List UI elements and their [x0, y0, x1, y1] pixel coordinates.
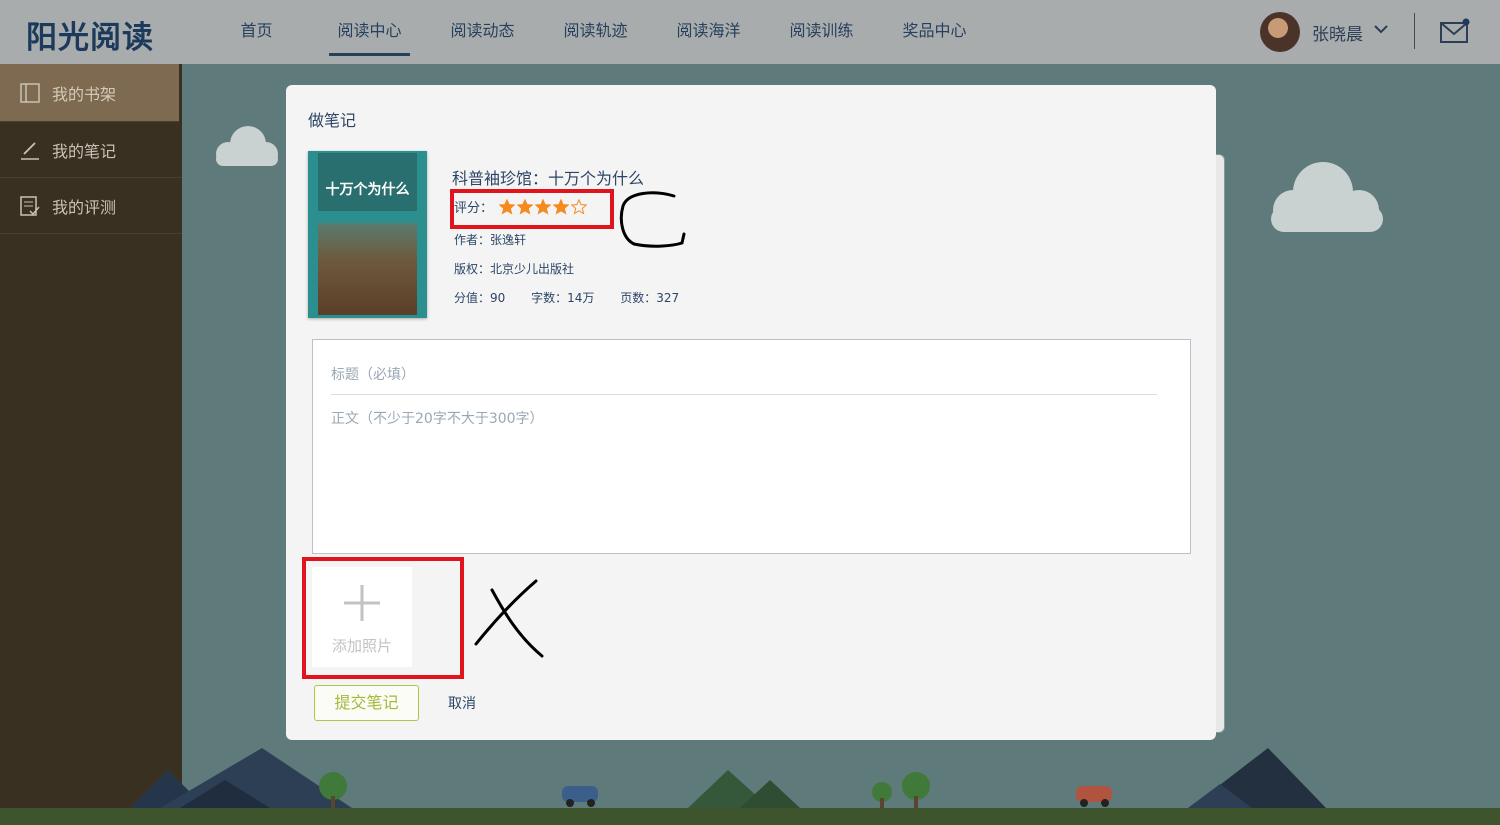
- username[interactable]: 张晓晨: [1312, 20, 1363, 45]
- chevron-down-icon[interactable]: [1374, 22, 1388, 36]
- cover-title: 十万个为什么: [325, 182, 410, 198]
- book-page-count: 页数：327: [620, 291, 680, 305]
- note-title-input[interactable]: [331, 356, 1157, 395]
- quiz-icon: [20, 195, 40, 216]
- sidebar-item-label: 我的书架: [52, 84, 117, 104]
- nav-item-reading-training[interactable]: 阅读训练: [765, 0, 878, 64]
- top-navbar: 阳光阅读 首页 阅读中心 阅读动态 阅读轨迹 阅读海洋 阅读训练 奖品中心 张晓…: [0, 0, 1500, 64]
- sidebar-item-quizzes[interactable]: 我的评测: [0, 178, 182, 234]
- annotation-mark-x: [474, 579, 544, 658]
- main-nav: 首页 阅读中心 阅读动态 阅读轨迹 阅读海洋 阅读训练 奖品中心: [200, 0, 991, 64]
- book-title: 科普袖珍馆：十万个为什么: [452, 169, 645, 188]
- pencil-icon: [21, 141, 39, 160]
- annotation-mark-c: [619, 191, 686, 248]
- book-cover-image: 十万个为什么: [308, 151, 427, 318]
- note-editor: [312, 339, 1191, 554]
- book-stats: 分值：90 字数：14万 页数：327: [454, 289, 701, 306]
- sidebar-item-notes[interactable]: 我的笔记: [0, 122, 182, 178]
- sidebar-item-label: 我的评测: [52, 197, 117, 217]
- cloud-decoration: [1271, 162, 1383, 232]
- cancel-button[interactable]: 取消: [448, 693, 476, 713]
- annotation-box-add-photo: [302, 557, 464, 679]
- sidebar: 我的书架 我的笔记 我的评测: [0, 64, 182, 825]
- bookshelf-icon: [20, 82, 40, 103]
- cloud-decoration: [216, 126, 278, 166]
- dialog-title: 做笔记: [308, 111, 357, 130]
- nav-item-home[interactable]: 首页: [200, 0, 313, 64]
- divider: [1414, 13, 1415, 49]
- book-word-count: 字数：14万: [531, 291, 595, 305]
- book-points: 分值：90: [454, 291, 506, 305]
- sidebar-item-bookshelf[interactable]: 我的书架: [0, 64, 179, 122]
- book-publisher: 版权：北京少儿出版社: [454, 262, 575, 276]
- nav-item-prize-center[interactable]: 奖品中心: [878, 0, 991, 64]
- note-body-input[interactable]: [331, 408, 1157, 538]
- mountains-decoration: [130, 748, 1326, 808]
- nav-item-reading-ocean[interactable]: 阅读海洋: [652, 0, 765, 64]
- nav-item-reading-track[interactable]: 阅读轨迹: [539, 0, 652, 64]
- avatar[interactable]: [1260, 12, 1300, 52]
- ground-decoration: [0, 808, 1500, 825]
- nav-item-reading-feed[interactable]: 阅读动态: [426, 0, 539, 64]
- annotation-box-rating: [450, 189, 614, 229]
- submit-note-button[interactable]: 提交笔记: [314, 685, 419, 721]
- book-author: 作者：张逸轩: [454, 233, 527, 247]
- app-logo[interactable]: 阳光阅读: [26, 12, 154, 57]
- cover-illustration: [318, 223, 417, 315]
- mail-icon[interactable]: [1440, 18, 1470, 44]
- nav-item-reading-center[interactable]: 阅读中心: [313, 0, 426, 64]
- sidebar-item-label: 我的笔记: [52, 141, 117, 161]
